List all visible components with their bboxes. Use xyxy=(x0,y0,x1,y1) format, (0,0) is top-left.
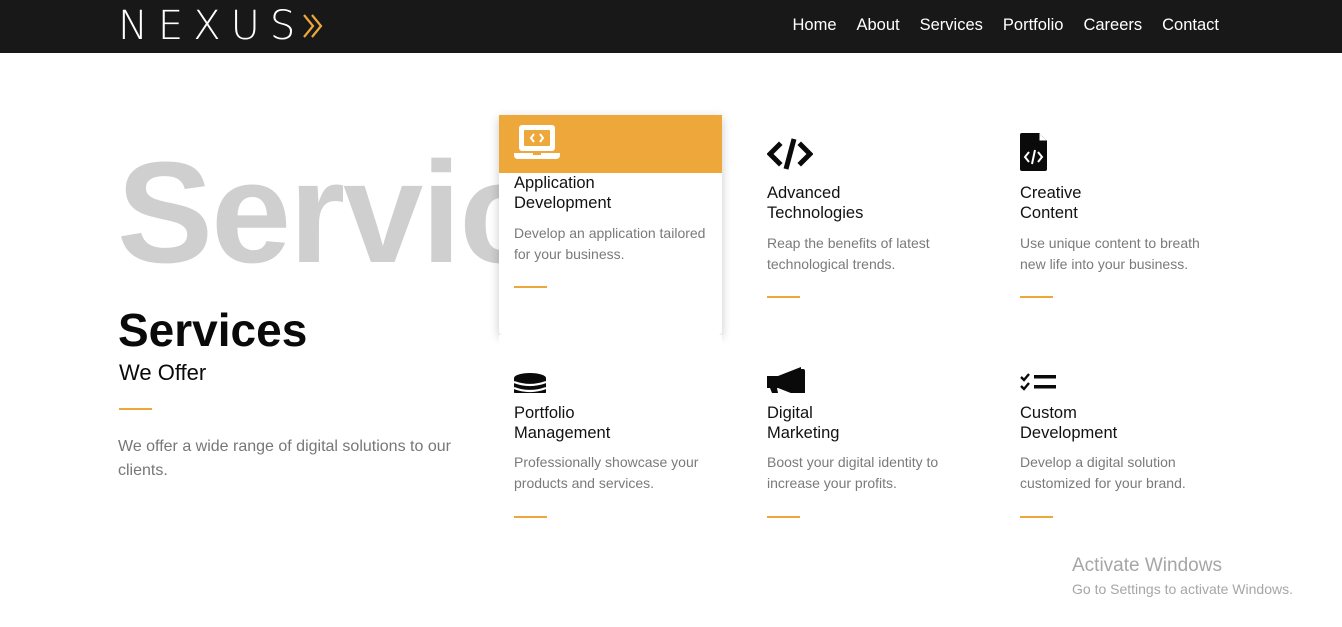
service-card-creative-content[interactable]: Creative Content Use unique content to br… xyxy=(1005,115,1228,335)
service-description: Develop an application tailored for your… xyxy=(514,225,706,262)
code-icon xyxy=(767,133,813,173)
service-title: Custom Development xyxy=(1020,404,1118,442)
checklist-icon xyxy=(1020,353,1066,393)
section-description: We offer a wide range of digital solutio… xyxy=(118,438,451,479)
service-divider xyxy=(1020,516,1053,518)
activate-windows-title: Activate Windows xyxy=(1072,555,1222,576)
service-divider xyxy=(514,516,547,518)
megaphone-icon xyxy=(767,353,813,393)
service-divider xyxy=(514,286,547,288)
service-card-application-development[interactable]: Application Development Develop an applic… xyxy=(499,115,722,335)
laptop-code-icon xyxy=(514,123,560,163)
service-divider xyxy=(767,296,800,298)
nav-home-link[interactable]: Home xyxy=(792,16,836,34)
service-description: Develop a digital solution customized fo… xyxy=(1020,454,1186,491)
nav-portfolio-link[interactable]: Portfolio xyxy=(1003,16,1064,34)
service-description: Use unique content to breath new life in… xyxy=(1020,235,1200,272)
service-title: Creative Content xyxy=(1020,184,1082,222)
brand-logo[interactable]: NEXUS xyxy=(118,4,325,48)
background-heading-text: Services xyxy=(117,138,502,288)
section-divider xyxy=(119,408,152,410)
service-divider xyxy=(1020,296,1053,298)
service-description: Reap the benefits of latest technologica… xyxy=(767,235,930,272)
nav-services-link[interactable]: Services xyxy=(920,16,983,34)
service-card-custom-development[interactable]: Custom Development Develop a digital solu… xyxy=(1005,335,1228,555)
service-description: Professionally showcase your products an… xyxy=(514,454,699,491)
nav-careers-link[interactable]: Careers xyxy=(1083,16,1142,34)
section-title: Services xyxy=(118,304,308,356)
nav-about-link[interactable]: About xyxy=(857,16,900,34)
activate-windows-subtitle: Go to Settings to activate Windows. xyxy=(1072,581,1293,597)
nav-contact-link[interactable]: Contact xyxy=(1162,16,1219,34)
section-subtitle: We Offer xyxy=(119,360,207,385)
service-card-digital-marketing[interactable]: Digital Marketing Boost your digital iden… xyxy=(752,335,975,555)
service-divider xyxy=(767,516,800,518)
file-code-icon xyxy=(1020,133,1066,173)
database-icon xyxy=(514,353,560,393)
navbar: NEXUS Home About Services Portfolio Care… xyxy=(0,0,1342,53)
service-title: Digital Marketing xyxy=(767,404,840,442)
service-card-advanced-technologies[interactable]: Advanced Technologies Reap the benefits o… xyxy=(752,115,975,335)
service-title: Advanced Technologies xyxy=(767,184,864,222)
service-title: Portfolio Management xyxy=(514,404,611,442)
main-nav: Home About Services Portfolio Careers Co… xyxy=(792,0,1219,50)
service-card-portfolio-management[interactable]: Portfolio Management Professionally showc… xyxy=(499,335,722,555)
brand-name: NEXUS xyxy=(118,3,306,49)
service-title: Application Development xyxy=(514,174,612,212)
service-description: Boost your digital identity to increase … xyxy=(767,454,939,491)
double-chevron-right-icon xyxy=(303,14,323,38)
